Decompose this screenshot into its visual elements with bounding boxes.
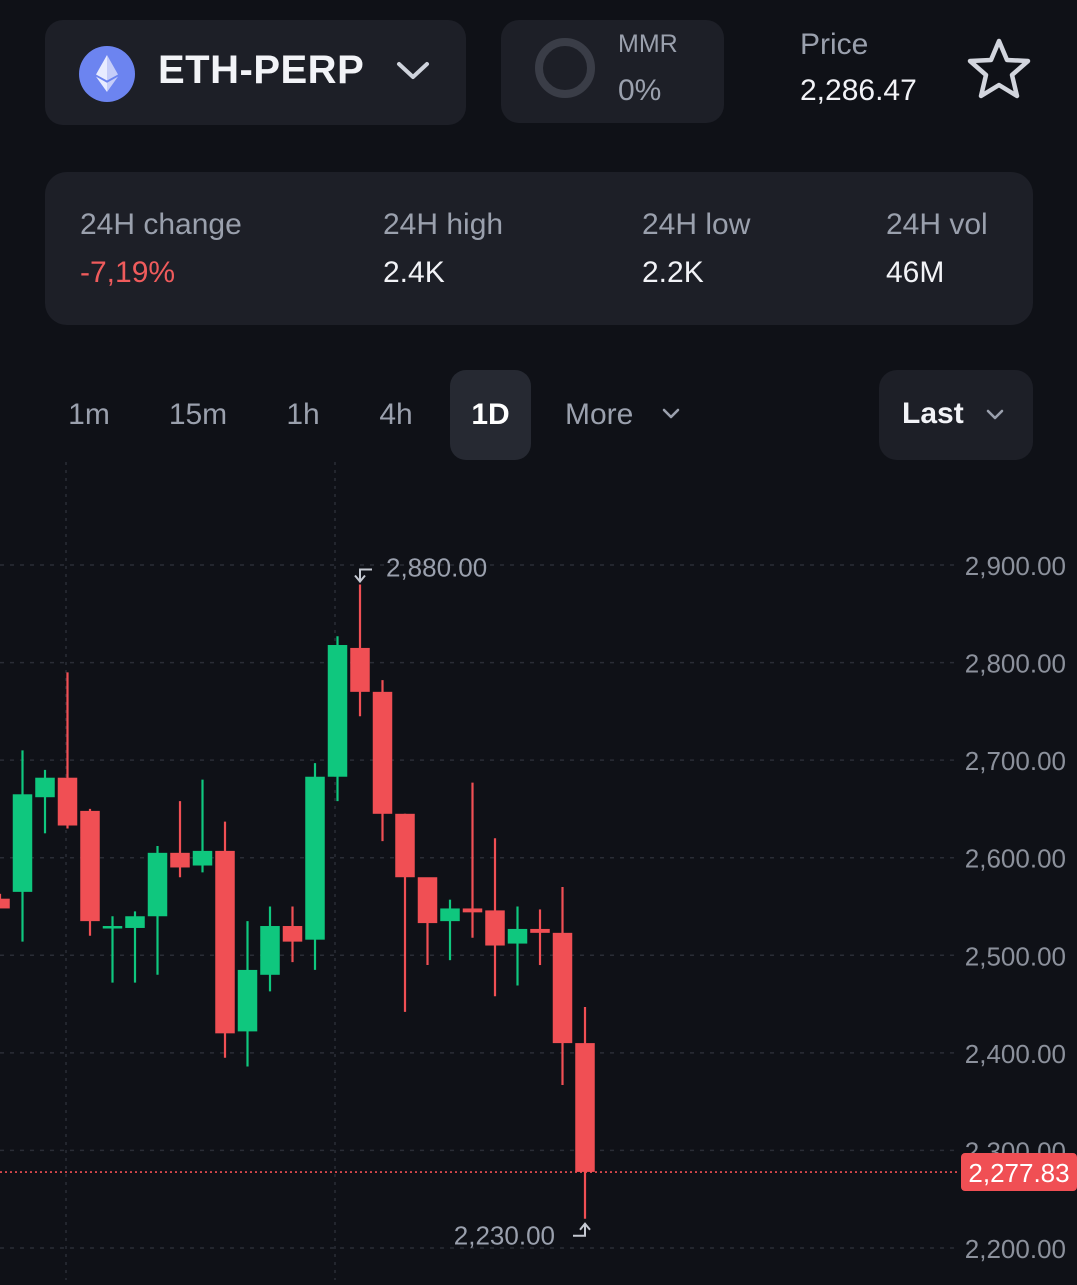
candle-body [215,850,235,1034]
market-name: ETH-PERP [158,48,365,92]
stat-24h-change: 24H change -7,19% [80,208,242,290]
candle-body [507,928,528,944]
timeframe-4h[interactable]: 4h [358,370,434,460]
timeframe-1h[interactable]: 1h [266,370,340,460]
candle-body [530,928,550,933]
chevron-down-icon [986,409,1004,420]
candle-body [305,776,325,940]
mmr-ring-icon [535,38,595,98]
candle-body [395,813,415,878]
candle-body [57,777,78,826]
y-tick-label: 2,200.00 [965,1234,1066,1264]
candle-body [282,926,303,942]
timeframe-15m[interactable]: 15m [153,370,243,460]
candle-body [147,852,168,917]
y-tick-label: 2,800.00 [965,649,1066,679]
candle-body [35,777,55,798]
y-tick-label: 2,700.00 [965,746,1066,776]
candle-body [462,908,483,913]
candle-body [102,926,123,929]
high-marker-label: 2,880.00 [386,553,487,583]
last-price-label: 2,277.83 [968,1158,1069,1188]
candle-body [417,877,438,924]
candle-body [485,910,505,946]
candle-body [260,926,280,975]
y-tick-label: 2,500.00 [965,941,1066,971]
candlestick-chart[interactable]: 2,200.002,300.002,400.002,500.002,600.00… [0,462,1077,1280]
candle-body [125,916,145,928]
y-tick-label: 2,600.00 [965,844,1066,874]
candle-body [80,810,100,922]
more-label: More [565,398,634,431]
market-selector[interactable]: ETH-PERP [45,20,466,125]
candle-body [575,1043,595,1172]
header: ETH-PERP MMR 0% Price 2,286.47 [0,0,1077,140]
y-tick-label: 2,900.00 [965,551,1066,581]
stat-label: 24H change [80,208,242,241]
mmr-indicator[interactable]: MMR 0% [501,20,724,123]
ethereum-icon [79,46,135,102]
stat-label: 24H low [642,208,751,241]
candle-body [440,908,460,922]
low-marker-label: 2,230.00 [454,1221,555,1251]
stat-value: -7,19% [80,256,176,289]
stat-label: 24H high [383,208,504,241]
candle-body [192,850,213,866]
y-tick-label: 2,400.00 [965,1039,1066,1069]
timeframe-bar: 1m 15m 1h 4h 1D More Last [0,370,1077,462]
star-icon[interactable] [966,36,1032,102]
price-chart[interactable]: 2,200.00 2,300.00 2,400.00 2,500.00 2,600.00… [0,462,1077,1280]
mmr-label: MMR [618,30,678,58]
stat-24h-high: 24H high 2.4K [383,208,503,290]
candle-body [552,932,573,1044]
price-label: Price [800,28,869,61]
price-value: 2,286.47 [800,74,917,107]
stats-panel: 24H change -7,19% 24H high 2.4K 24H low … [45,172,1033,325]
timeframe-1d[interactable]: 1D [450,370,531,460]
chevron-down-icon [397,62,429,79]
price-type-label: Last [902,397,964,430]
mmr-value: 0% [618,74,662,107]
candle-body [350,647,370,692]
candle-body [12,794,33,892]
chevron-down-icon [662,408,680,419]
stat-label: 24H vol [886,208,988,241]
stat-24h-vol: 24H vol 46M [886,208,988,290]
candle-body [170,852,190,868]
candle-body [327,645,348,777]
timeframe-1m[interactable]: 1m [50,370,128,460]
stat-24h-low: 24H low 2.2K [642,208,750,290]
more-timeframes-button[interactable]: More [565,370,680,460]
price-type-dropdown[interactable]: Last [879,370,1033,460]
candle-body [0,898,10,909]
candle-body [372,691,393,814]
candle-body [237,969,258,1032]
stat-value: 46M [886,256,945,289]
stat-value: 2.4K [383,256,445,289]
stat-value: 2.2K [642,256,704,289]
